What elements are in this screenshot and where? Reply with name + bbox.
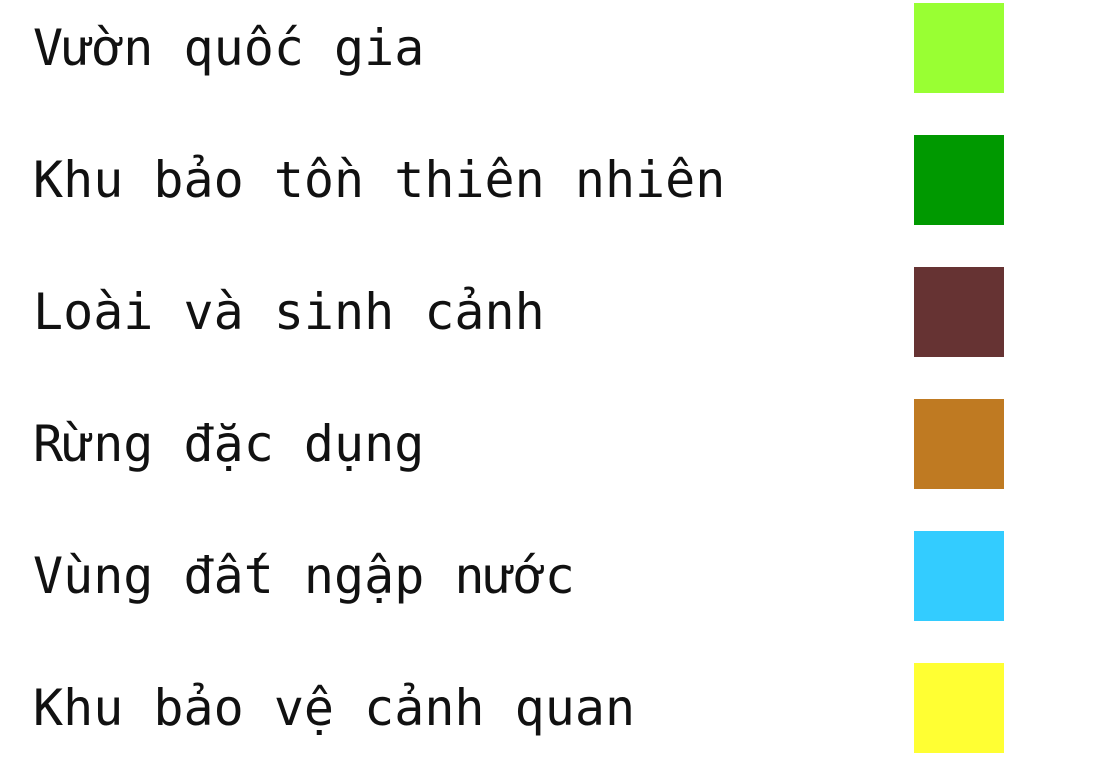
legend-swatch [914, 531, 1004, 621]
legend-label: Khu bảo tồn thiên nhiên [33, 151, 726, 209]
legend-label: Vùng đất ngập nước [33, 547, 575, 605]
legend-item-species-habitat: Loài và sinh cảnh [0, 267, 1104, 357]
legend-swatch [914, 3, 1004, 93]
legend-item-national-park: Vườn quốc gia [0, 3, 1104, 93]
legend-swatch [914, 663, 1004, 753]
legend-item-landscape-protection: Khu bảo vệ cảnh quan [0, 663, 1104, 753]
legend-label: Khu bảo vệ cảnh quan [33, 679, 636, 737]
legend-label: Loài và sinh cảnh [33, 283, 545, 341]
legend: Vườn quốc gia Khu bảo tồn thiên nhiên Lo… [0, 0, 1104, 765]
legend-item-nature-reserve: Khu bảo tồn thiên nhiên [0, 135, 1104, 225]
legend-label: Vườn quốc gia [33, 19, 425, 77]
legend-swatch [914, 135, 1004, 225]
legend-swatch [914, 399, 1004, 489]
legend-swatch [914, 267, 1004, 357]
legend-label: Rừng đặc dụng [33, 415, 425, 473]
legend-item-special-use-forest: Rừng đặc dụng [0, 399, 1104, 489]
legend-item-wetland: Vùng đất ngập nước [0, 531, 1104, 621]
